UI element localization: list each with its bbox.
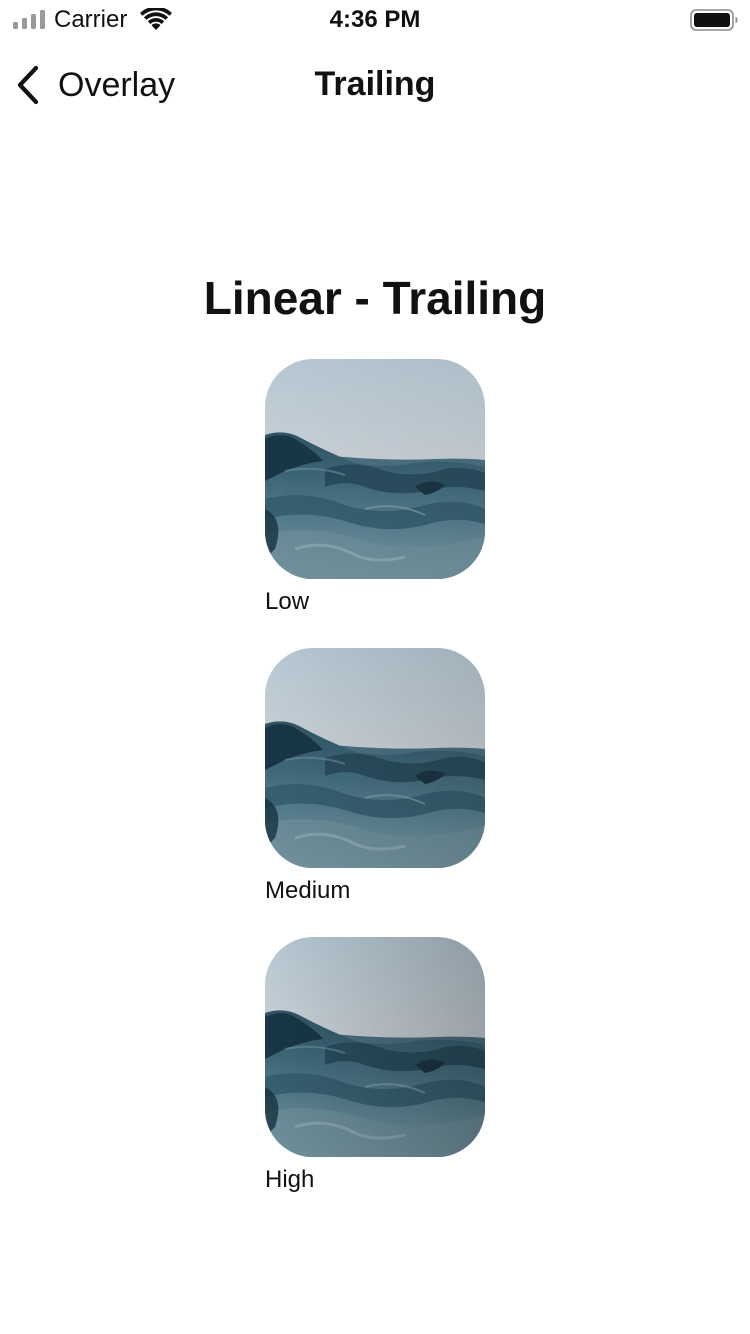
card-medium: Medium <box>265 648 485 905</box>
battery-icon <box>690 9 738 31</box>
section-title: Linear - Trailing <box>203 272 547 324</box>
ocean-image <box>265 937 485 1157</box>
card-low: Low <box>265 359 485 616</box>
card-label: High <box>265 1166 315 1193</box>
card-label: Medium <box>265 877 351 904</box>
status-bar: Carrier 4:36 PM <box>0 0 750 40</box>
ocean-image <box>265 648 485 868</box>
navigation-bar: Overlay Trailing <box>0 44 750 132</box>
status-time: 4:36 PM <box>329 6 421 33</box>
card-label: Low <box>265 588 310 615</box>
ocean-image <box>265 359 485 579</box>
page-title: Trailing <box>314 65 436 103</box>
card-high: High <box>265 937 485 1194</box>
